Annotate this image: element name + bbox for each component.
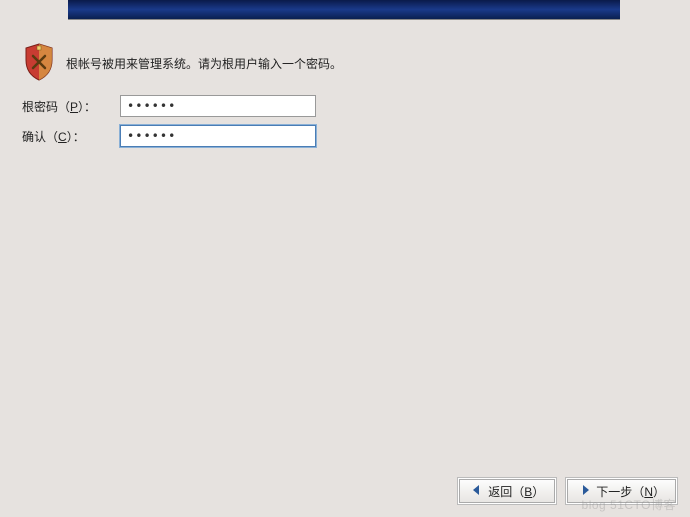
confirm-input[interactable] bbox=[120, 125, 316, 147]
password-label: 根密码（P）： bbox=[22, 98, 120, 115]
instruction-section: 根帐号被用来管理系统。请为根用户输入一个密码。 bbox=[22, 42, 342, 82]
confirm-row: 确认（C）： bbox=[22, 125, 316, 147]
arrow-right-icon bbox=[578, 483, 592, 500]
back-button[interactable]: 返回（B） bbox=[459, 479, 555, 503]
password-input[interactable] bbox=[120, 95, 316, 117]
root-password-form: 根密码（P）： 确认（C）： bbox=[22, 95, 316, 155]
header-banner bbox=[68, 0, 620, 20]
password-row: 根密码（P）： bbox=[22, 95, 316, 117]
confirm-label: 确认（C）： bbox=[22, 128, 120, 145]
arrow-left-icon bbox=[470, 483, 484, 500]
instruction-text: 根帐号被用来管理系统。请为根用户输入一个密码。 bbox=[66, 53, 342, 72]
shield-icon bbox=[22, 42, 56, 82]
next-button[interactable]: 下一步（N） bbox=[567, 479, 676, 503]
button-bar: 返回（B） 下一步（N） bbox=[457, 477, 678, 505]
